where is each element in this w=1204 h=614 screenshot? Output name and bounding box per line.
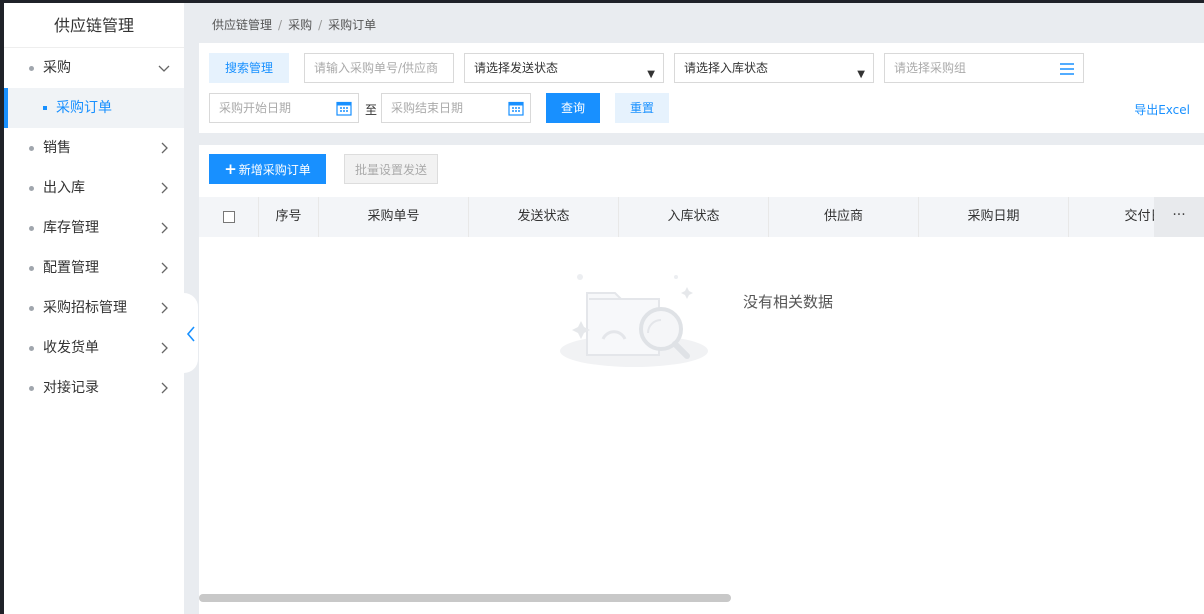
sidebar-item-shipping[interactable]: 收发货单	[4, 328, 184, 368]
search-panel: 搜索管理 请输入采购单号/供应商 请选择发送状态 ▼ 请选择入库状态 ▼ 请选择…	[199, 43, 1204, 133]
select-all-cell	[199, 197, 259, 237]
select-all-checkbox[interactable]	[223, 211, 235, 223]
end-date-input[interactable]: 采购结束日期	[381, 93, 531, 123]
column-header-order-no[interactable]: 采购单号	[319, 197, 469, 237]
bullet-icon	[29, 146, 34, 151]
breadcrumb-item[interactable]: 采购	[288, 18, 312, 32]
bullet-icon	[29, 266, 34, 271]
caret-down-icon: ▼	[647, 69, 655, 80]
breadcrumb: 供应链管理 / 采购 / 采购订单	[212, 16, 376, 33]
bullet-icon	[29, 346, 34, 351]
breadcrumb-item[interactable]: 供应链管理	[212, 18, 272, 32]
plus-icon: +	[224, 160, 237, 178]
sidebar-item-label: 配置管理	[43, 260, 99, 276]
chevron-left-icon	[186, 326, 195, 342]
breadcrumb-separator: /	[278, 18, 283, 32]
bullet-icon	[29, 386, 34, 391]
column-header-purchase-date[interactable]: 采购日期	[919, 197, 1069, 237]
chevron-right-icon	[161, 302, 168, 314]
sidebar-item-integration-log[interactable]: 对接记录	[4, 368, 184, 408]
list-icon[interactable]	[1059, 61, 1075, 77]
column-header-supplier[interactable]: 供应商	[769, 197, 919, 237]
query-button[interactable]: 查询	[546, 93, 600, 123]
sidebar-collapse-button[interactable]	[184, 293, 198, 373]
column-header-send-status[interactable]: 发送状态	[469, 197, 619, 237]
breadcrumb-current: 采购订单	[328, 18, 377, 32]
table-panel: + 新增采购订单 批量设置发送 序号 采购单号 发送状态 入库状态 供应商 采购日…	[199, 145, 1204, 614]
sidebar-item-purchase[interactable]: 采购	[4, 48, 184, 88]
search-management-tab[interactable]: 搜索管理	[209, 53, 289, 83]
chevron-right-icon	[161, 262, 168, 274]
sidebar-item-bidding[interactable]: 采购招标管理	[4, 288, 184, 328]
export-excel-link[interactable]: 导出Excel	[1134, 101, 1190, 118]
chevron-right-icon	[161, 342, 168, 354]
sidebar-item-label: 采购招标管理	[43, 300, 127, 316]
sidebar-item-inventory[interactable]: 库存管理	[4, 208, 184, 248]
sidebar-item-label: 销售	[43, 140, 71, 156]
purchase-group-placeholder: 请选择采购组	[894, 61, 967, 75]
calendar-icon[interactable]	[508, 100, 524, 116]
column-header-in-status[interactable]: 入库状态	[619, 197, 769, 237]
chevron-down-icon	[158, 65, 170, 72]
sidebar-item-label: 收发货单	[43, 340, 99, 356]
sidebar-item-label: 采购	[43, 60, 71, 76]
send-status-value: 请选择发送状态	[474, 61, 559, 75]
date-range-separator: 至	[365, 103, 378, 117]
sidebar-item-inout[interactable]: 出入库	[4, 168, 184, 208]
chevron-right-icon	[161, 222, 168, 234]
bullet-icon	[43, 106, 47, 110]
start-date-input[interactable]: 采购开始日期	[209, 93, 359, 123]
sidebar-item-config[interactable]: 配置管理	[4, 248, 184, 288]
horizontal-scrollbar[interactable]	[199, 594, 731, 602]
sidebar: 供应链管理 采购 采购订单 销售 出入库 库存管理 配置管理 采购招标管理 收发…	[4, 3, 184, 614]
add-purchase-order-button[interactable]: + 新增采购订单	[209, 154, 326, 184]
in-status-select[interactable]: 请选择入库状态 ▼	[674, 53, 874, 83]
sidebar-title: 供应链管理	[4, 3, 184, 48]
calendar-icon[interactable]	[336, 100, 352, 116]
sidebar-item-label: 库存管理	[43, 220, 99, 236]
chevron-right-icon	[161, 382, 168, 394]
send-status-select[interactable]: 请选择发送状态 ▼	[464, 53, 664, 83]
column-settings-button[interactable]: ···	[1154, 197, 1204, 237]
active-indicator	[4, 88, 8, 128]
sidebar-item-sales[interactable]: 销售	[4, 128, 184, 168]
order-search-input[interactable]: 请输入采购单号/供应商	[304, 53, 454, 83]
add-purchase-order-label: 新增采购订单	[238, 163, 311, 177]
bullet-icon	[29, 66, 34, 71]
caret-down-icon: ▼	[857, 69, 865, 80]
batch-set-send-button[interactable]: 批量设置发送	[344, 154, 438, 184]
sidebar-item-label: 对接记录	[43, 380, 99, 396]
in-status-value: 请选择入库状态	[684, 61, 769, 75]
sidebar-menu: 采购 采购订单 销售 出入库 库存管理 配置管理 采购招标管理 收发货单 对接记…	[4, 48, 184, 408]
bullet-icon	[29, 186, 34, 191]
bullet-icon	[29, 226, 34, 231]
bullet-icon	[29, 306, 34, 311]
purchase-group-select[interactable]: 请选择采购组	[884, 53, 1084, 83]
reset-button[interactable]: 重置	[615, 93, 669, 123]
empty-folder-illustration	[560, 274, 708, 367]
breadcrumb-separator: /	[318, 18, 323, 32]
chevron-right-icon	[161, 182, 168, 194]
order-search-placeholder: 请输入采购单号/供应商	[314, 61, 439, 75]
start-date-placeholder: 采购开始日期	[219, 101, 292, 115]
chevron-right-icon	[161, 142, 168, 154]
sidebar-item-label: 出入库	[43, 180, 85, 196]
end-date-placeholder: 采购结束日期	[391, 101, 464, 115]
sidebar-item-label: 采购订单	[56, 100, 112, 116]
app-frame: 供应链管理 采购 采购订单 销售 出入库 库存管理 配置管理 采购招标管理 收发…	[4, 3, 1204, 614]
sidebar-item-purchase-order[interactable]: 采购订单	[4, 88, 184, 128]
table-header: 序号 采购单号 发送状态 入库状态 供应商 采购日期 交付日 ···	[199, 197, 1204, 237]
column-header-index[interactable]: 序号	[259, 197, 319, 237]
empty-state-message: 没有相关数据	[743, 293, 834, 311]
